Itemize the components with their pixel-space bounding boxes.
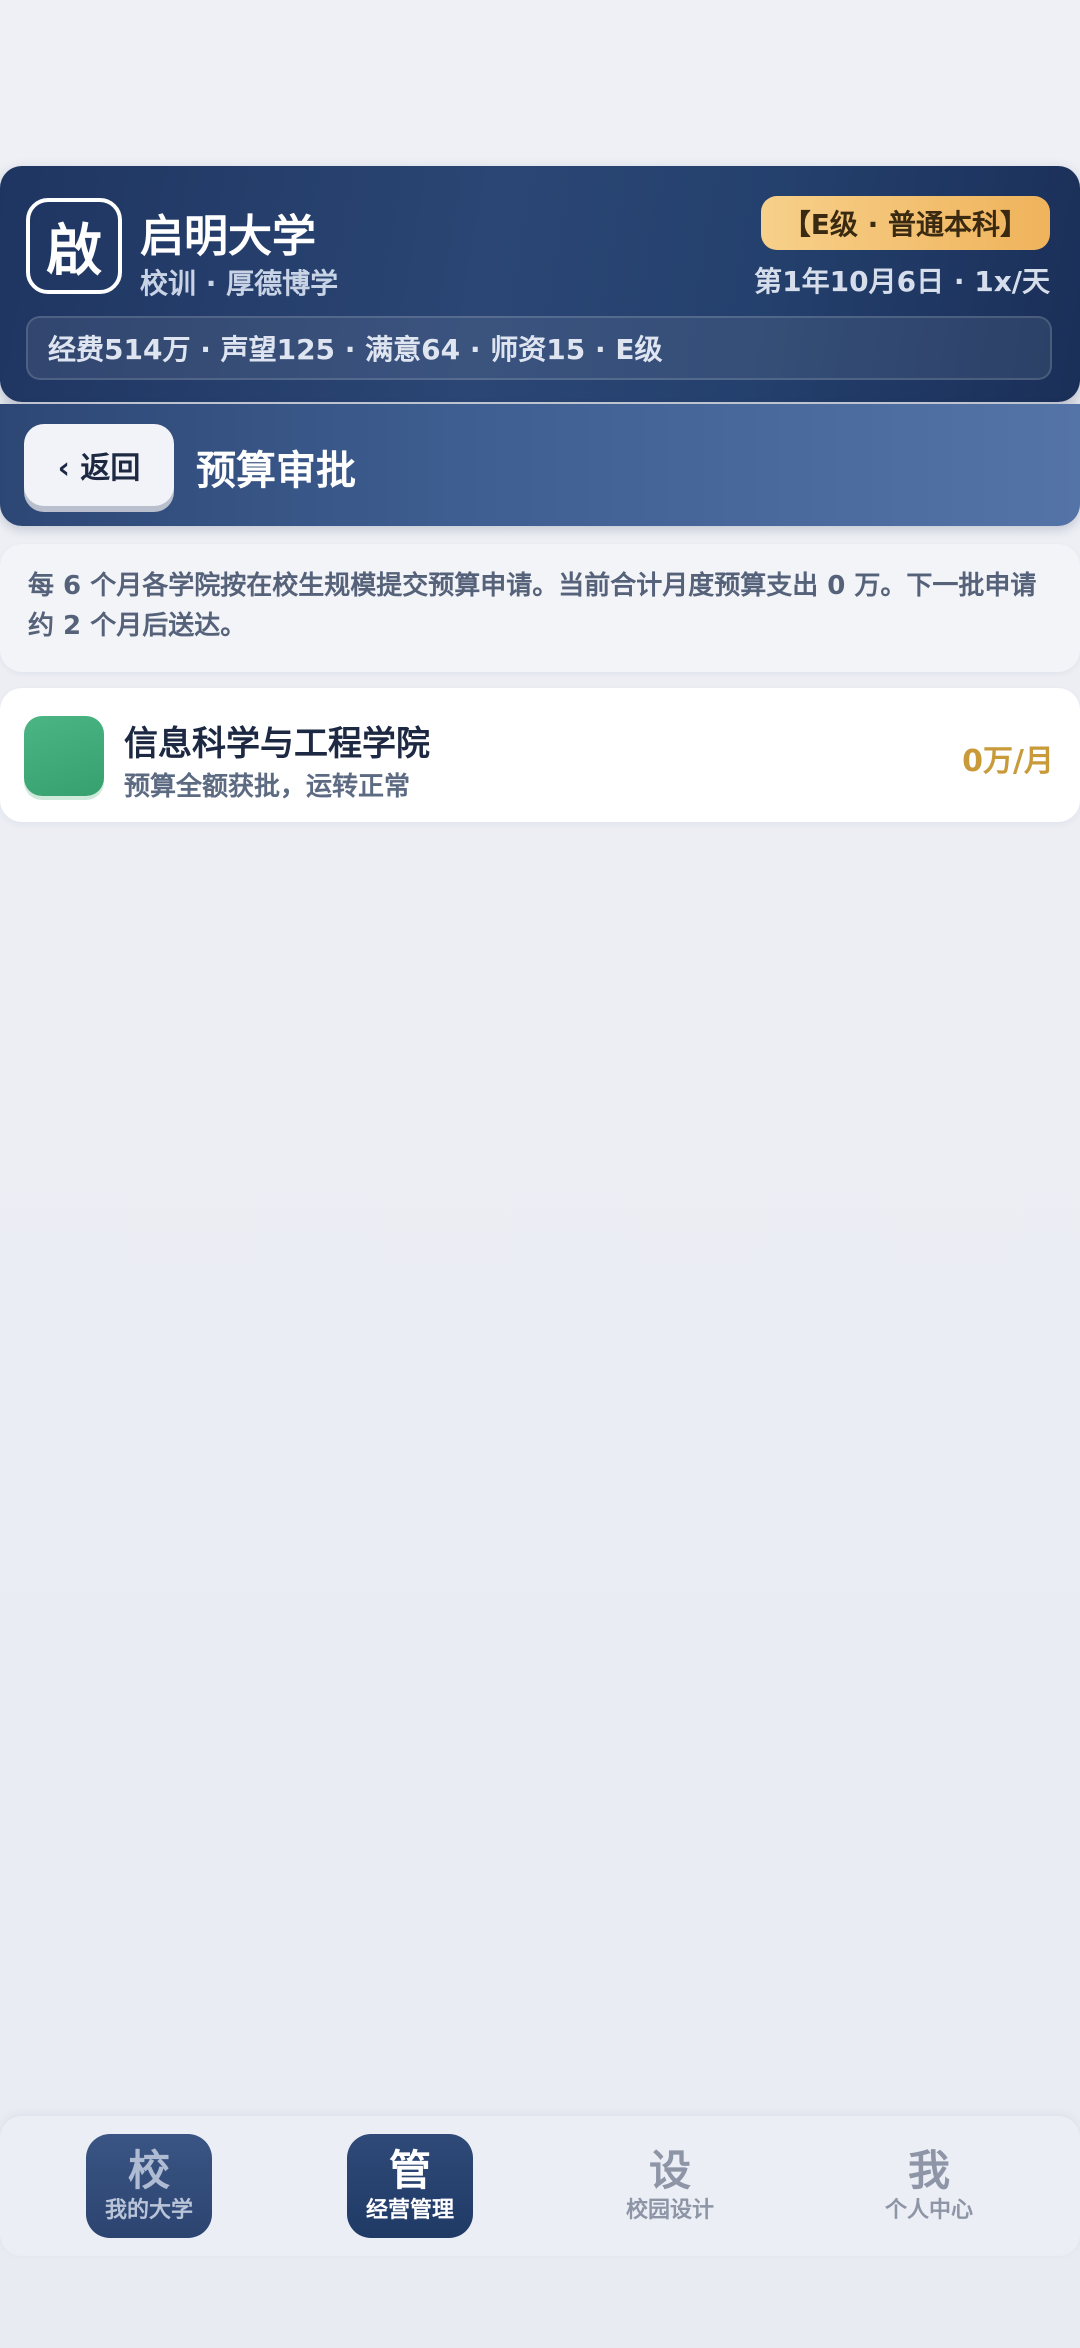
- nav-tab-profile[interactable]: 我 个人中心: [866, 2134, 992, 2238]
- page: 啟 启明大学 校训 · 厚德博学 【E级 · 普通本科】 第1年10月6日 · …: [0, 0, 1080, 2348]
- school-header: 啟 启明大学 校训 · 厚德博学 【E级 · 普通本科】 第1年10月6日 · …: [0, 166, 1080, 402]
- college-row[interactable]: 信息科学与工程学院 预算全额获批，运转正常 0万/月: [0, 688, 1080, 822]
- school-crest-icon: 啟: [26, 198, 122, 294]
- nav-label: 个人中心: [884, 2198, 973, 2223]
- school-motto: 校训 · 厚德博学: [140, 267, 339, 300]
- title-bar: ‹ 返回 预算审批: [0, 404, 1080, 526]
- nav-tab-management[interactable]: 管 经营管理: [347, 2134, 473, 2238]
- stats-bar: 经费514万 · 声望125 · 满意64 · 师资15 · E级: [26, 316, 1052, 380]
- nav-label: 校园设计: [625, 2198, 714, 2223]
- university-icon: 校: [127, 2146, 170, 2195]
- info-card: 每 6 个月各学院按在校生规模提交预算申请。当前合计月度预算支出 0 万。下一批…: [0, 544, 1080, 672]
- college-status: 预算全额获批，运转正常: [124, 772, 411, 802]
- info-text: 每 6 个月各学院按在校生规模提交预算申请。当前合计月度预算支出 0 万。下一批…: [28, 571, 1037, 641]
- nav-tab-my-university[interactable]: 校 我的大学: [86, 2134, 212, 2238]
- page-title: 预算审批: [196, 448, 356, 494]
- nav-label: 经营管理: [365, 2198, 454, 2223]
- profile-icon: 我: [907, 2146, 950, 2195]
- college-icon: [24, 716, 104, 796]
- rank-badge: 【E级 · 普通本科】: [760, 196, 1050, 250]
- nav-label: 我的大学: [104, 2198, 193, 2223]
- game-date: 第1年10月6日 · 1x/天: [754, 265, 1050, 298]
- nav-tab-campus-design[interactable]: 设 校园设计: [607, 2134, 733, 2238]
- school-name: 启明大学: [140, 211, 316, 262]
- design-icon: 设: [648, 2146, 691, 2195]
- management-icon: 管: [388, 2146, 431, 2195]
- bottom-nav: 校 我的大学 管 经营管理 设 校园设计 我 个人中心: [0, 2116, 1080, 2256]
- back-button[interactable]: ‹ 返回: [24, 424, 174, 506]
- college-budget: 0万/月: [962, 744, 1054, 779]
- college-name: 信息科学与工程学院: [124, 724, 430, 764]
